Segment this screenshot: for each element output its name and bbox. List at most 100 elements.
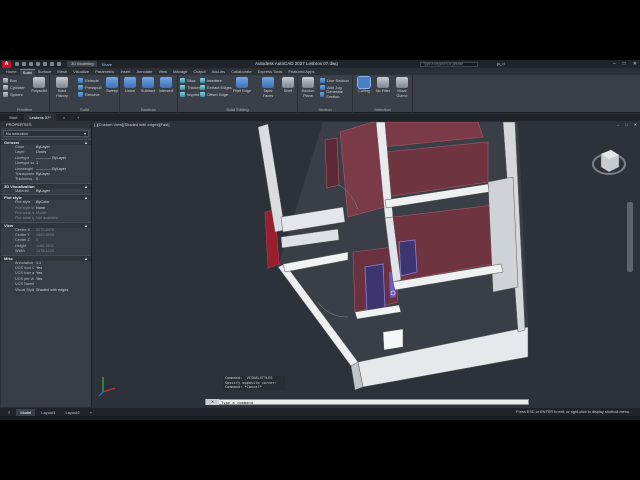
workspace-switcher[interactable]: 3D Modeling	[67, 61, 98, 67]
revolve-icon	[78, 91, 83, 97]
open-icon[interactable]	[22, 62, 26, 66]
property-value: 1478.1029	[36, 249, 54, 254]
live-section-icon	[320, 77, 325, 83]
polysolid-icon	[33, 77, 45, 88]
minimize-button[interactable]: –	[613, 60, 616, 68]
subtract-icon	[142, 77, 154, 88]
maximize-button[interactable]: □	[623, 60, 626, 68]
share-button[interactable]: Share	[101, 62, 112, 67]
panel-title-primitive: Primitive	[16, 107, 33, 112]
drawing-viewport[interactable]: [-][Custom View][Shaded with edges][Fast…	[93, 122, 640, 407]
command-close-icon[interactable]: ✕	[206, 399, 219, 405]
document-tabs: Start Lesbros 07* × +	[0, 114, 640, 121]
layout-menu-icon[interactable]: ≡	[4, 409, 14, 416]
command-line[interactable]: ✕ Type a command	[205, 399, 529, 405]
new-icon[interactable]	[15, 62, 19, 66]
viewport-minimize-button[interactable]: –	[617, 122, 619, 127]
property-value: 0	[36, 177, 39, 182]
offset-edge-icon	[200, 91, 205, 97]
viewcube[interactable]	[592, 149, 626, 175]
tab-layout2[interactable]: Layout2	[61, 409, 83, 416]
viewport-restore-button[interactable]: □	[625, 122, 627, 127]
save-as-icon[interactable]	[36, 62, 40, 66]
fillet-edge-button[interactable]: Fillet Edge	[232, 77, 252, 94]
building-model[interactable]	[257, 122, 529, 391]
ribbon-tabs: Home Solid Surface Mesh Visualize Parame…	[0, 68, 640, 75]
union-icon	[124, 77, 136, 88]
presspull-button[interactable]: Presspull	[78, 84, 101, 90]
move-gizmo-button[interactable]: Move Gizmo	[392, 77, 412, 98]
tab-model[interactable]: Model	[16, 408, 36, 416]
presspull-icon	[78, 84, 83, 90]
subtract-button[interactable]: Subtract	[138, 77, 158, 94]
polysolid-button[interactable]: Polysolid	[29, 77, 49, 94]
union-button[interactable]: Union	[120, 77, 140, 94]
close-button[interactable]: ✕	[633, 60, 637, 68]
white-wall-window	[382, 328, 404, 351]
intersect-button[interactable]: Intersect	[156, 77, 176, 94]
interfere-button[interactable]: Interfere	[200, 77, 222, 83]
autocad-logo-icon[interactable]: A	[2, 60, 11, 68]
viewport-controls-label[interactable]: [-][Custom View][Shaded with edges][Fast…	[94, 122, 170, 127]
live-section-button[interactable]: Live Section	[320, 77, 349, 83]
fillet-edge-icon	[236, 77, 248, 88]
culling-icon	[357, 76, 371, 89]
plot-icon[interactable]	[43, 62, 47, 66]
property-key: Plot table type	[15, 216, 34, 221]
section-plane-button[interactable]: Section Plane	[298, 77, 318, 98]
primitive-panel: Box Cylinder Sphere Polysolid Primitive	[0, 75, 50, 113]
thicken-button[interactable]: Thicken	[180, 84, 201, 90]
culling-button[interactable]: Culling	[354, 76, 374, 94]
selection-dropdown[interactable]: No selection ▾	[3, 130, 89, 137]
doc-tab-start[interactable]: Start	[4, 114, 22, 121]
section-plane-icon	[302, 77, 314, 88]
undo-icon[interactable]	[50, 62, 54, 66]
door-2	[398, 239, 418, 277]
command-history-line: Command: *Cancel*	[223, 385, 285, 390]
slice-button[interactable]: Slice	[180, 77, 196, 83]
viewport-close-button[interactable]: ✕	[634, 122, 637, 127]
title-bar: A 3D Modeling Share Autodesk AutoCAD 202…	[0, 60, 640, 68]
generate-section-button[interactable]: Generate Section	[320, 89, 352, 99]
generate-section-icon	[320, 91, 325, 97]
cylinder-button[interactable]: Cylinder	[3, 84, 25, 90]
imprint-icon	[180, 91, 185, 97]
close-tab-icon[interactable]: ×	[58, 114, 70, 121]
section-panel: Section Plane Live Section Add Jog Gener…	[298, 75, 353, 113]
property-row[interactable]: Width 1478.1029	[1, 249, 91, 254]
property-row[interactable]: Plot table typeNot available	[1, 216, 91, 221]
filter-icon	[377, 77, 389, 88]
command-input[interactable]: Type a command	[219, 400, 253, 405]
user-account[interactable]: jo_d	[497, 60, 505, 68]
search-input[interactable]: Type a keyword or phrase	[420, 61, 478, 67]
taper-faces-button[interactable]: Taper Faces	[258, 77, 278, 98]
panel-title-selection: Selection	[374, 107, 391, 112]
sphere-button[interactable]: Sphere	[3, 91, 23, 97]
doc-tab-lesbros[interactable]: Lesbros 07*	[24, 114, 56, 121]
save-icon[interactable]	[29, 62, 33, 66]
property-row[interactable]: Thickness 0	[1, 177, 91, 182]
shell-button[interactable]: Shell	[278, 77, 298, 94]
no-filter-button[interactable]: No Filter	[373, 77, 393, 94]
ucs-z-axis	[98, 391, 104, 397]
slice-icon	[180, 77, 185, 83]
add-layout-icon[interactable]: +	[86, 409, 96, 416]
extract-edges-button[interactable]: Extract Edges	[200, 84, 232, 90]
navigation-bar[interactable]	[627, 202, 633, 272]
bottom-strip	[0, 416, 640, 420]
redo-icon[interactable]	[57, 62, 61, 66]
status-bar-message: Press ESC or ENTER to exit, or right-cli…	[516, 410, 630, 414]
property-row[interactable]: Material ByLayer	[1, 189, 91, 194]
sweep-button[interactable]: Sweep	[102, 77, 122, 94]
imprint-button[interactable]: Imprint	[180, 91, 199, 97]
new-tab-icon[interactable]: +	[72, 114, 84, 121]
box-button[interactable]: Box	[3, 77, 17, 83]
tab-layout1[interactable]: Layout1	[37, 409, 59, 416]
property-value: ByLayer	[36, 188, 50, 193]
model-canvas[interactable]	[93, 122, 640, 407]
offset-edge-button[interactable]: Offset Edge	[200, 91, 228, 97]
property-row[interactable]: Visual Style Shaded with edges	[1, 288, 91, 293]
extrude-button[interactable]: Extrude	[78, 77, 99, 83]
revolve-button[interactable]: Revolve	[78, 91, 99, 97]
solid-history-button[interactable]: Solid History	[52, 77, 72, 98]
